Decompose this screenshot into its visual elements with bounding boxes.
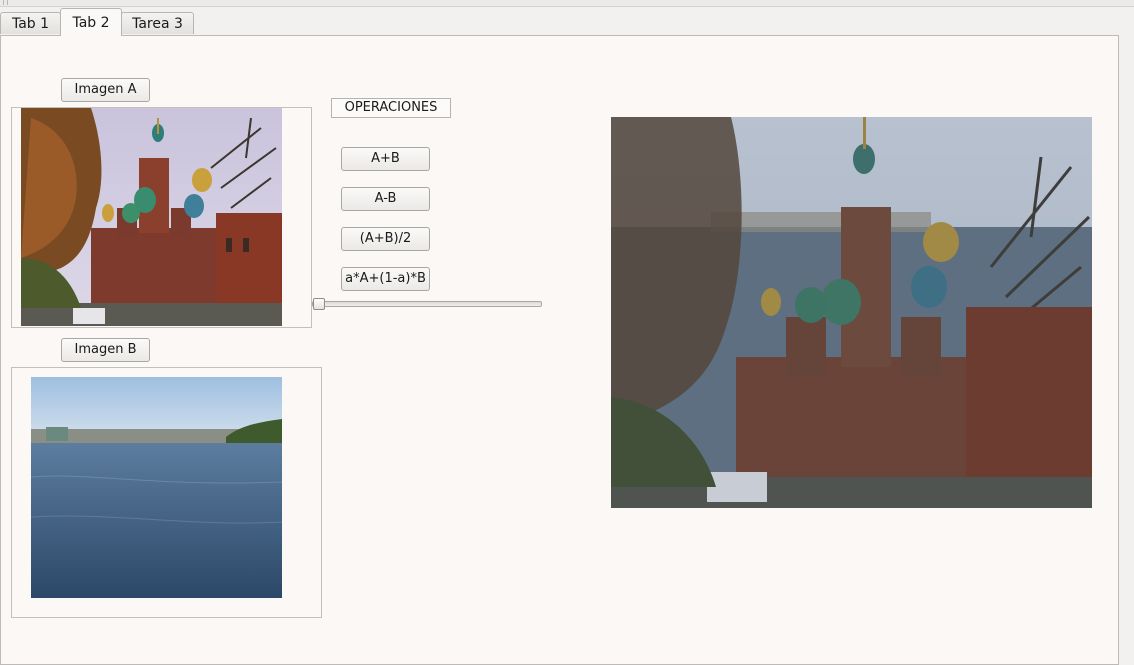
result-image [611, 117, 1092, 508]
image-a-church [21, 108, 282, 326]
alpha-slider-track[interactable] [312, 301, 542, 307]
load-image-b-button[interactable]: Imagen B [61, 338, 150, 362]
window-top-strip [0, 0, 1134, 7]
tab-bar: Tab 1 Tab 2 Tarea 3 [0, 7, 1134, 36]
image-b-river [31, 377, 282, 598]
add-operation-button[interactable]: A+B [341, 147, 430, 171]
average-operation-button[interactable]: (A+B)/2 [341, 227, 430, 251]
load-image-a-button[interactable]: Imagen A [61, 78, 150, 102]
operaciones-label: OPERACIONES [331, 98, 451, 118]
alpha-slider-handle[interactable] [313, 298, 325, 310]
resize-grip-icon[interactable] [3, 0, 8, 5]
tab-1[interactable]: Tab 1 [0, 12, 61, 34]
tab-tarea-3[interactable]: Tarea 3 [121, 12, 194, 34]
window-right-margin [1119, 35, 1134, 659]
blend-operation-button[interactable]: a*A+(1-a)*B [341, 267, 430, 291]
subtract-operation-button[interactable]: A-B [341, 187, 430, 211]
tab-2[interactable]: Tab 2 [60, 8, 122, 36]
